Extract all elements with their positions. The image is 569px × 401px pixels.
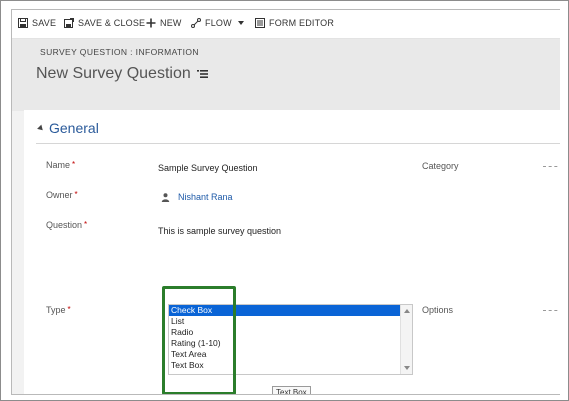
record-title: New Survey Question bbox=[36, 65, 208, 83]
question-label-text: Question bbox=[46, 220, 83, 230]
save-icon bbox=[18, 18, 28, 28]
save-close-label: SAVE & CLOSE bbox=[78, 18, 146, 28]
save-close-button[interactable]: SAVE & CLOSE bbox=[64, 18, 145, 28]
screenshot-frame: SAVE SAVE & CLOSE NEW FLOW FORM EDITOR S… bbox=[0, 0, 569, 401]
new-button[interactable]: NEW bbox=[146, 18, 182, 28]
save-button[interactable]: SAVE bbox=[18, 18, 56, 28]
type-label-text: Type bbox=[46, 305, 66, 315]
new-label: NEW bbox=[160, 18, 182, 28]
scroll-down-arrow-icon[interactable] bbox=[404, 366, 410, 370]
section-general-header[interactable]: General bbox=[37, 120, 99, 136]
form-header: SURVEY QUESTION : INFORMATION New Survey… bbox=[12, 39, 560, 111]
category-field[interactable] bbox=[543, 166, 560, 168]
section-divider bbox=[36, 143, 560, 144]
crm-form: SAVE SAVE & CLOSE NEW FLOW FORM EDITOR S… bbox=[11, 9, 560, 395]
type-required-marker: * bbox=[67, 305, 71, 314]
save-close-icon bbox=[64, 18, 74, 28]
owner-name[interactable]: Nishant Rana bbox=[178, 192, 233, 202]
owner-required-marker: * bbox=[74, 190, 78, 199]
form-body: General Name * Sample Survey Question Cat… bbox=[24, 110, 560, 394]
name-label-text: Name bbox=[46, 160, 71, 170]
question-field[interactable]: This is sample survey question bbox=[158, 226, 281, 236]
type-label: Type * bbox=[46, 305, 71, 315]
flow-label: FLOW bbox=[205, 18, 232, 28]
category-label: Category bbox=[422, 161, 459, 171]
person-icon bbox=[161, 192, 170, 202]
form-editor-icon bbox=[255, 18, 265, 28]
options-label: Options bbox=[422, 305, 454, 315]
form-editor-label: FORM EDITOR bbox=[269, 18, 335, 28]
plus-icon bbox=[146, 18, 156, 28]
scroll-up-arrow-icon[interactable] bbox=[404, 309, 410, 313]
flow-icon bbox=[191, 18, 201, 28]
name-label: Name * bbox=[46, 160, 75, 170]
command-bar: SAVE SAVE & CLOSE NEW FLOW FORM EDITOR bbox=[12, 10, 560, 39]
owner-label: Owner * bbox=[46, 190, 78, 200]
save-label: SAVE bbox=[32, 18, 57, 28]
flow-button[interactable]: FLOW bbox=[191, 18, 244, 28]
listbox-scrollbar[interactable] bbox=[400, 305, 412, 374]
owner-label-text: Owner bbox=[46, 190, 73, 200]
record-title-text: New Survey Question bbox=[36, 65, 191, 82]
tooltip: Text Box bbox=[272, 386, 311, 394]
form-editor-button[interactable]: FORM EDITOR bbox=[255, 18, 334, 28]
owner-field[interactable]: Nishant Rana bbox=[161, 192, 233, 202]
options-field[interactable] bbox=[543, 310, 560, 312]
name-required-marker: * bbox=[72, 160, 76, 169]
section-title: General bbox=[49, 120, 99, 136]
question-required-marker: * bbox=[84, 220, 88, 229]
name-field[interactable]: Sample Survey Question bbox=[158, 163, 258, 173]
form-selector-icon[interactable] bbox=[196, 70, 208, 78]
question-label: Question * bbox=[46, 220, 87, 230]
entity-form-label: SURVEY QUESTION : INFORMATION bbox=[40, 47, 199, 57]
collapse-triangle-icon bbox=[37, 124, 45, 132]
chevron-down-icon bbox=[237, 21, 244, 25]
highlight-box bbox=[162, 286, 236, 394]
